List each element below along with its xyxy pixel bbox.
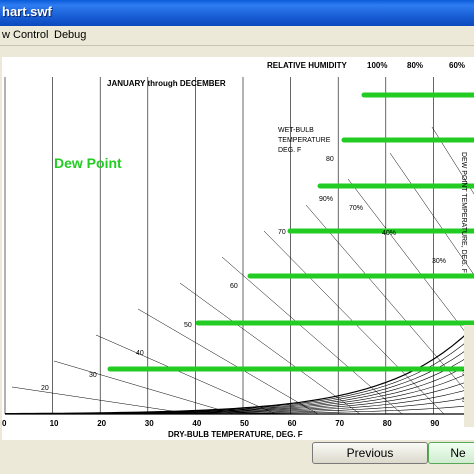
- rh-curve: [4, 334, 474, 414]
- wet-bulb-label-line2: TEMPERATURE: [278, 137, 331, 144]
- wet-bulb-tick-label: 70: [278, 229, 286, 236]
- x-tick-label: 70: [335, 419, 344, 428]
- x-tick-label: 50: [240, 419, 249, 428]
- vertical-scrollbar[interactable]: [464, 325, 474, 427]
- wet-bulb-label-line3: DEG. F: [278, 147, 301, 154]
- menu-item-window[interactable]: w: [2, 29, 10, 41]
- dry-bulb-grid: [4, 77, 434, 414]
- rh-label-90: 90%: [319, 196, 333, 203]
- wet-bulb-line: [95, 334, 277, 415]
- menu-item-debug[interactable]: Debug: [54, 29, 86, 41]
- x-tick-label: 10: [50, 419, 59, 428]
- rh-label-60: 60%: [449, 61, 465, 70]
- psychrometric-chart: JANUARY through DECEMBER RELATIVE HUMIDI…: [2, 61, 474, 439]
- dew-point-heading: Dew Point: [54, 155, 122, 171]
- x-tick-label: 90: [430, 419, 439, 428]
- wet-bulb-tick-label: 80: [326, 156, 334, 163]
- wet-bulb-tick-label: 60: [230, 283, 238, 290]
- rh-label-100: 100%: [367, 61, 387, 70]
- window-title: hart.swf: [2, 4, 52, 19]
- right-axis-label: DEW POINT TEMPERATURE, DEG. F: [460, 152, 467, 273]
- x-tick-label: 60: [288, 419, 297, 428]
- rh-label-30: 30%: [432, 258, 446, 265]
- rh-curve: [5, 343, 474, 414]
- x-tick-labels: 01020304050607080901001: [2, 419, 440, 428]
- x-tick-label: 20: [97, 419, 106, 428]
- chart-subtitle: JANUARY through DECEMBER: [107, 79, 226, 88]
- wet-bulb-line: [179, 282, 361, 415]
- wet-bulb-tick-label: 20: [41, 385, 49, 392]
- rh-curve: [4, 361, 474, 415]
- wet-bulb-line: [11, 386, 193, 415]
- wet-bulb-tick-label: 30: [89, 372, 97, 379]
- navigation-bar: Previous Ne: [0, 440, 474, 474]
- x-tick-label: 30: [145, 419, 154, 428]
- menu-item-control[interactable]: Control: [13, 29, 48, 41]
- rh-curve: [5, 378, 474, 415]
- wet-bulb-tick-label: 40: [136, 350, 144, 357]
- x-tick-label: 0: [2, 419, 7, 428]
- relative-humidity-label: RELATIVE HUMIDITY: [267, 61, 348, 70]
- x-tick-label: 80: [383, 419, 392, 428]
- rh-label-70: 70%: [349, 205, 363, 212]
- x-axis-label: DRY-BULB TEMPERATURE, DEG. F: [168, 430, 303, 439]
- title-bar[interactable]: hart.swf: [0, 0, 474, 26]
- rh-label-80: 80%: [407, 61, 423, 70]
- wet-bulb-tick-label: 50: [184, 322, 192, 329]
- menu-bar: w Control Debug: [0, 26, 474, 46]
- wet-bulb-label-line1: WET-BULB: [278, 127, 314, 134]
- wet-bulb-line: [221, 256, 403, 415]
- rh-curve: [5, 387, 474, 415]
- x-tick-label: 40: [192, 419, 201, 428]
- rh-label-40: 40%: [382, 230, 396, 237]
- next-button[interactable]: Ne: [428, 442, 474, 464]
- previous-button[interactable]: Previous: [312, 442, 428, 464]
- psychrometric-chart-area: JANUARY through DECEMBER RELATIVE HUMIDI…: [2, 57, 474, 440]
- app-window: hart.swf w Control Debug JANUARY through…: [0, 0, 474, 474]
